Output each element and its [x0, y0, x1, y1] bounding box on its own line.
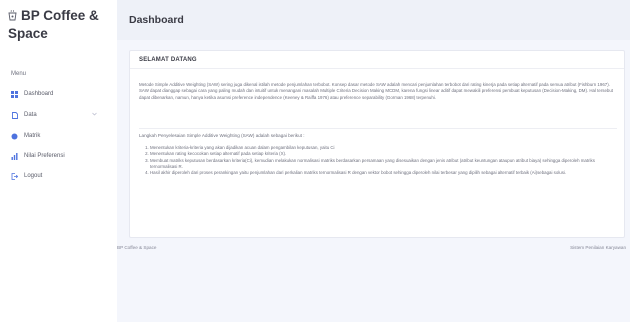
sidebar-item-data[interactable]: Data — [11, 109, 111, 121]
sidebar-item-logout[interactable]: Logout — [11, 170, 111, 182]
circle-icon — [11, 133, 18, 140]
chevron-down-icon — [92, 112, 97, 118]
sidebar-item-dashboard[interactable]: Dashboard — [11, 88, 111, 100]
page-title: Dashboard — [129, 14, 184, 26]
sidebar-item-label: Nilai Preferensi — [24, 153, 65, 159]
menu-heading: Menu — [11, 71, 27, 77]
brand-name: BP Coffee & Space — [8, 8, 99, 41]
footer-copyright: BP Coffee & Space — [117, 245, 157, 250]
brand[interactable]: BP Coffee & Space — [8, 7, 116, 43]
steps-intro: Langkah Penyelesaian Simple Additive Wei… — [139, 133, 305, 138]
welcome-card: SELAMAT DATANG Metode Simple Additive We… — [129, 50, 625, 238]
main-content: Dashboard SELAMAT DATANG Metode Simple A… — [117, 0, 630, 322]
sidebar-item-matrik[interactable]: Matrik — [11, 130, 111, 142]
bar-chart-icon — [11, 152, 18, 160]
file-icon — [11, 111, 18, 119]
footer-app-name: Sistem Penilaian Karyawan — [570, 245, 626, 250]
sidebar-item-label: Logout — [24, 173, 43, 179]
list-item: Hasil akhir diperoleh dari proses perank… — [150, 170, 617, 176]
sidebar-item-label: Data — [24, 112, 37, 118]
sidebar-item-label: Matrik — [24, 133, 41, 139]
list-item: Membuat matriks keputusan berdasarkan kr… — [150, 158, 617, 171]
grid-icon — [11, 90, 18, 98]
logout-icon — [11, 172, 18, 180]
sidebar-item-label: Dashboard — [24, 91, 54, 97]
sidebar: BP Coffee & Space Menu Dashboard Data Ma… — [0, 0, 117, 322]
card-divider — [139, 128, 617, 129]
steps-list: Menentukan kriteria-kriteria yang akan d… — [150, 145, 617, 176]
card-title: SELAMAT DATANG — [130, 51, 624, 69]
topbar: Dashboard — [117, 0, 630, 40]
saw-description: Metode Simple Additive Weighting (SAW) s… — [139, 82, 614, 100]
sidebar-item-nilai-preferensi[interactable]: Nilai Preferensi — [11, 150, 111, 162]
coffee-cup-icon — [8, 10, 17, 21]
